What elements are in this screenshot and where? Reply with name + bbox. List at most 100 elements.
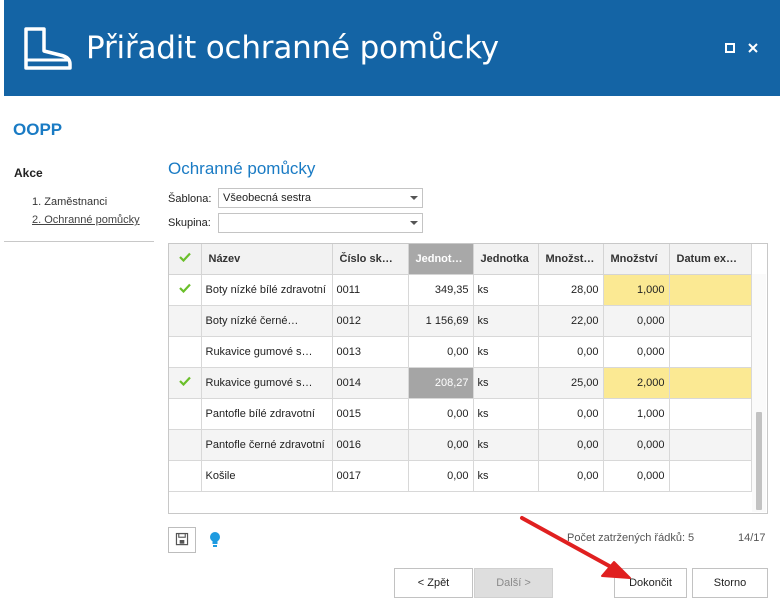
cell-code: 0011 <box>332 274 409 306</box>
cell-code: 0014 <box>332 367 409 399</box>
cell-expiry[interactable] <box>669 460 752 492</box>
cell-unit-price: 349,35 <box>408 274 474 306</box>
cell-name: Boty nízké bílé zdravotní <box>201 274 333 306</box>
lightbulb-icon[interactable] <box>209 531 221 549</box>
cell-stock: 0,00 <box>538 460 604 492</box>
column-header-name[interactable]: Název <box>201 244 333 275</box>
column-header-unit-price[interactable]: Jednot… <box>408 244 474 275</box>
cell-expiry[interactable] <box>669 274 752 306</box>
row-checkbox[interactable] <box>169 367 202 399</box>
check-icon <box>178 253 191 263</box>
cell-quantity[interactable]: 0,000 <box>603 305 670 337</box>
cell-unit-price: 0,00 <box>408 429 474 461</box>
cell-expiry[interactable] <box>669 336 752 368</box>
cell-expiry[interactable] <box>669 398 752 430</box>
window-header: Přiřadit ochranné pomůcky <box>4 0 780 96</box>
table-row[interactable]: Pantofle bílé zdravotní 0015 0,00 ks 0,00 1,0… <box>169 398 752 430</box>
template-value: Všeobecná sestra <box>223 192 312 204</box>
step-employees[interactable]: 1. Zaměstnanci <box>32 196 107 208</box>
cell-quantity[interactable]: 1,000 <box>603 274 670 306</box>
boot-icon <box>24 27 72 70</box>
cell-name: Rukavice gumové s… <box>201 367 333 399</box>
cell-name: Pantofle černé zdravotní <box>201 429 333 461</box>
cell-code: 0013 <box>332 336 409 368</box>
page-counter: 14/17 <box>738 532 766 544</box>
cell-expiry[interactable] <box>669 305 752 337</box>
cell-unit: ks <box>473 305 539 337</box>
table-row[interactable]: Rukavice gumové s… 0013 0,00 ks 0,00 0,000 <box>169 336 752 368</box>
row-checkbox[interactable] <box>169 429 202 461</box>
cell-unit: ks <box>473 460 539 492</box>
maximize-icon[interactable] <box>722 40 738 56</box>
column-header-stock[interactable]: Množst… <box>538 244 604 275</box>
cell-unit: ks <box>473 398 539 430</box>
scrollbar-thumb[interactable] <box>756 412 762 510</box>
sidebar-divider <box>4 241 154 242</box>
check-icon <box>178 283 191 293</box>
select-all-checkbox[interactable] <box>169 244 202 275</box>
cell-unit-price: 1 156,69 <box>408 305 474 337</box>
save-icon <box>175 532 189 546</box>
cell-unit-price: 0,00 <box>408 398 474 430</box>
table-row[interactable]: Pantofle černé zdravotní 0016 0,00 ks 0,00 0,… <box>169 429 752 461</box>
group-label: Skupina: <box>168 217 211 229</box>
row-checkbox[interactable] <box>169 305 202 337</box>
close-icon[interactable] <box>745 40 761 56</box>
table-row[interactable]: Rukavice gumové s… 0014 208,27 ks 25,00 2,000 <box>169 367 752 399</box>
cell-stock: 25,00 <box>538 367 604 399</box>
cell-quantity[interactable]: 0,000 <box>603 460 670 492</box>
sidebar-heading: Akce <box>14 166 43 180</box>
save-layout-button[interactable] <box>168 527 196 553</box>
cell-quantity[interactable]: 0,000 <box>603 336 670 368</box>
group-select[interactable] <box>218 213 423 233</box>
cell-quantity[interactable]: 0,000 <box>603 429 670 461</box>
cell-name: Boty nízké černé… <box>201 305 333 337</box>
chevron-down-icon <box>410 196 418 200</box>
panel-title: Ochranné pomůcky <box>168 159 316 178</box>
checked-row-count: Počet zatržených řádků: 5 <box>567 532 695 544</box>
template-select[interactable]: Všeobecná sestra <box>218 188 423 208</box>
equipment-grid: Název Číslo sk… Jednot… Jednotka Množst…… <box>168 243 768 514</box>
table-row[interactable]: Košile 0017 0,00 ks 0,00 0,000 <box>169 460 752 492</box>
finish-button[interactable]: Dokončit <box>614 568 687 598</box>
step-protective-equipment[interactable]: 2. Ochranné pomůcky <box>32 214 140 226</box>
cell-unit-price: 208,27 <box>408 367 474 399</box>
column-header-unit[interactable]: Jednotka <box>473 244 539 275</box>
cancel-button[interactable]: Storno <box>692 568 768 598</box>
table-row[interactable]: Boty nízké černé… 0012 1 156,69 ks 22,00 0,00… <box>169 305 752 337</box>
cell-unit: ks <box>473 336 539 368</box>
cell-name: Pantofle bílé zdravotní <box>201 398 333 430</box>
column-header-code[interactable]: Číslo sk… <box>332 244 409 275</box>
row-checkbox[interactable] <box>169 460 202 492</box>
table-row[interactable]: Boty nízké bílé zdravotní 0011 349,35 ks 28,… <box>169 274 752 306</box>
cell-stock: 0,00 <box>538 336 604 368</box>
cell-code: 0015 <box>332 398 409 430</box>
window-title: Přiřadit ochranné pomůcky <box>86 30 499 66</box>
cell-unit: ks <box>473 367 539 399</box>
cell-code: 0017 <box>332 460 409 492</box>
cell-name: Rukavice gumové s… <box>201 336 333 368</box>
row-checkbox[interactable] <box>169 398 202 430</box>
cell-quantity[interactable]: 2,000 <box>603 367 670 399</box>
cell-quantity[interactable]: 1,000 <box>603 398 670 430</box>
next-button[interactable]: Další > <box>474 568 553 598</box>
back-button[interactable]: < Zpět <box>394 568 473 598</box>
cell-expiry[interactable] <box>669 429 752 461</box>
grid-scrollbar[interactable] <box>752 274 766 512</box>
cell-expiry[interactable] <box>669 367 752 399</box>
cell-stock: 28,00 <box>538 274 604 306</box>
row-checkbox[interactable] <box>169 336 202 368</box>
chevron-down-icon <box>410 221 418 225</box>
cell-unit-price: 0,00 <box>408 460 474 492</box>
cell-unit: ks <box>473 429 539 461</box>
sort-asc-icon <box>394 256 403 262</box>
row-checkbox[interactable] <box>169 274 202 306</box>
grid-header-row: Název Číslo sk… Jednot… Jednotka Množst…… <box>169 244 752 275</box>
cell-name: Košile <box>201 460 333 492</box>
check-icon <box>178 376 191 386</box>
cell-unit: ks <box>473 274 539 306</box>
column-header-quantity[interactable]: Množství <box>603 244 670 275</box>
cell-unit-price: 0,00 <box>408 336 474 368</box>
column-header-expiry[interactable]: Datum exp… <box>669 244 752 275</box>
template-label: Šablona: <box>168 193 212 205</box>
